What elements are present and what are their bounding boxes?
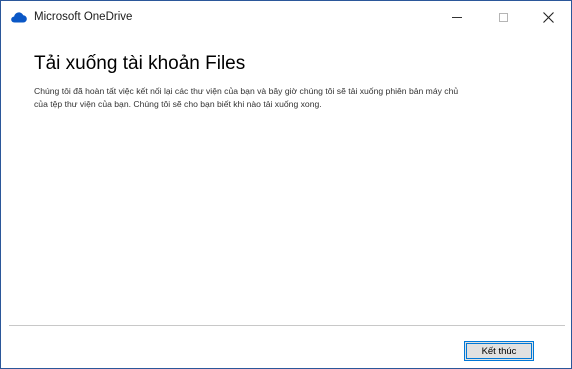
description-text: Chúng tôi đã hoàn tất việc kết nối lại c… xyxy=(34,86,459,109)
close-button[interactable] xyxy=(525,1,571,33)
maximize-icon xyxy=(498,12,508,22)
finish-button[interactable]: Kết thúc xyxy=(464,341,534,361)
onedrive-cloud-icon xyxy=(11,12,27,23)
minimize-button[interactable] xyxy=(434,1,480,33)
footer-divider xyxy=(9,325,565,326)
page-heading: Tải xuống tài khoản Files xyxy=(34,53,246,74)
title-bar[interactable]: Microsoft OneDrive xyxy=(1,1,571,33)
maximize-button[interactable] xyxy=(480,1,526,33)
window-title: Microsoft OneDrive xyxy=(34,11,133,23)
minimize-icon xyxy=(452,16,462,18)
onedrive-dialog-window: Microsoft OneDrive Tải xuống tài khoản F… xyxy=(0,0,572,369)
close-icon xyxy=(542,11,554,23)
